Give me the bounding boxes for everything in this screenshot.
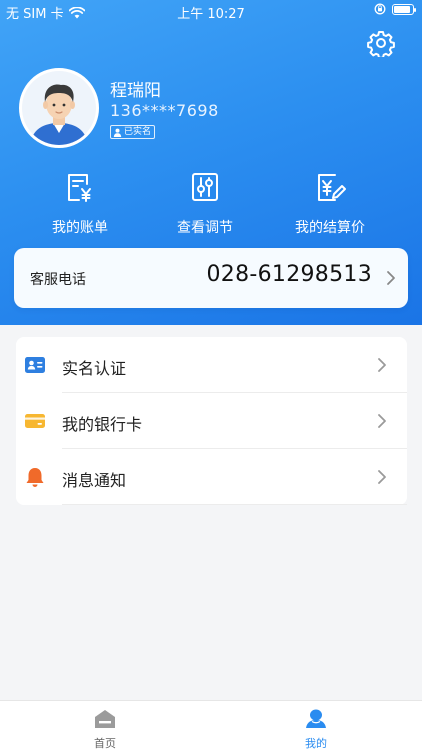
status-bar: 无 SIM 卡 上午 10:27	[0, 0, 422, 22]
id-card-icon	[25, 357, 45, 373]
bank-card-icon	[25, 414, 45, 428]
user-icon	[306, 709, 326, 728]
tab-home-label: 首页	[94, 737, 116, 750]
chevron-right-icon	[378, 470, 386, 484]
bell-icon	[26, 468, 44, 487]
status-time: 上午 10:27	[177, 7, 245, 22]
menu-item-label: 实名认证	[62, 359, 127, 378]
customer-service-phone: 028-61298513	[206, 262, 372, 287]
tab-mine[interactable]: 我的	[286, 709, 346, 750]
settings-menu: 实名认证 我的银行卡 消息通知	[16, 337, 407, 505]
user-phone: 136****7698	[110, 101, 219, 120]
bottom-tab-bar: 首页 我的	[0, 700, 422, 750]
quick-action-bill-label: 我的账单	[52, 220, 108, 236]
tab-home[interactable]: 首页	[75, 709, 135, 750]
divider	[62, 504, 407, 505]
settlement-price-icon	[318, 174, 346, 201]
quick-action-settlement-price-label: 我的结算价	[295, 220, 365, 236]
status-right-group	[374, 3, 416, 15]
battery-icon	[392, 3, 416, 15]
verified-badge: 已实名	[110, 125, 156, 139]
chevron-right-icon	[387, 271, 395, 285]
chevron-right-icon	[378, 358, 386, 372]
customer-service-label: 客服电话	[30, 272, 86, 288]
verified-label: 已实名	[124, 127, 152, 137]
customer-service-card[interactable]: 客服电话 028-61298513	[14, 248, 408, 308]
user-name: 程瑞阳	[110, 81, 161, 101]
menu-item-bank-card[interactable]: 我的银行卡	[16, 393, 407, 449]
menu-item-real-name-verification[interactable]: 实名认证	[16, 337, 407, 393]
chevron-right-icon	[378, 414, 386, 428]
quick-action-adjust-label: 查看调节	[177, 220, 233, 236]
settings-gear-icon[interactable]	[367, 29, 395, 57]
quick-action-settlement-price[interactable]: 我的结算价	[275, 170, 385, 237]
orientation-lock-icon	[374, 3, 386, 15]
quick-action-bill[interactable]: 我的账单	[25, 170, 135, 237]
adjust-icon	[192, 173, 218, 201]
user-verified-icon	[113, 128, 122, 137]
avatar-person-icon	[22, 71, 96, 145]
menu-item-label: 消息通知	[62, 471, 127, 490]
avatar[interactable]	[19, 68, 99, 148]
menu-item-message-notification[interactable]: 消息通知	[16, 449, 407, 505]
home-icon	[95, 710, 115, 728]
menu-item-label: 我的银行卡	[62, 415, 143, 434]
tab-mine-label: 我的	[305, 737, 327, 750]
bill-icon	[68, 174, 91, 202]
quick-action-adjust[interactable]: 查看调节	[150, 170, 260, 237]
